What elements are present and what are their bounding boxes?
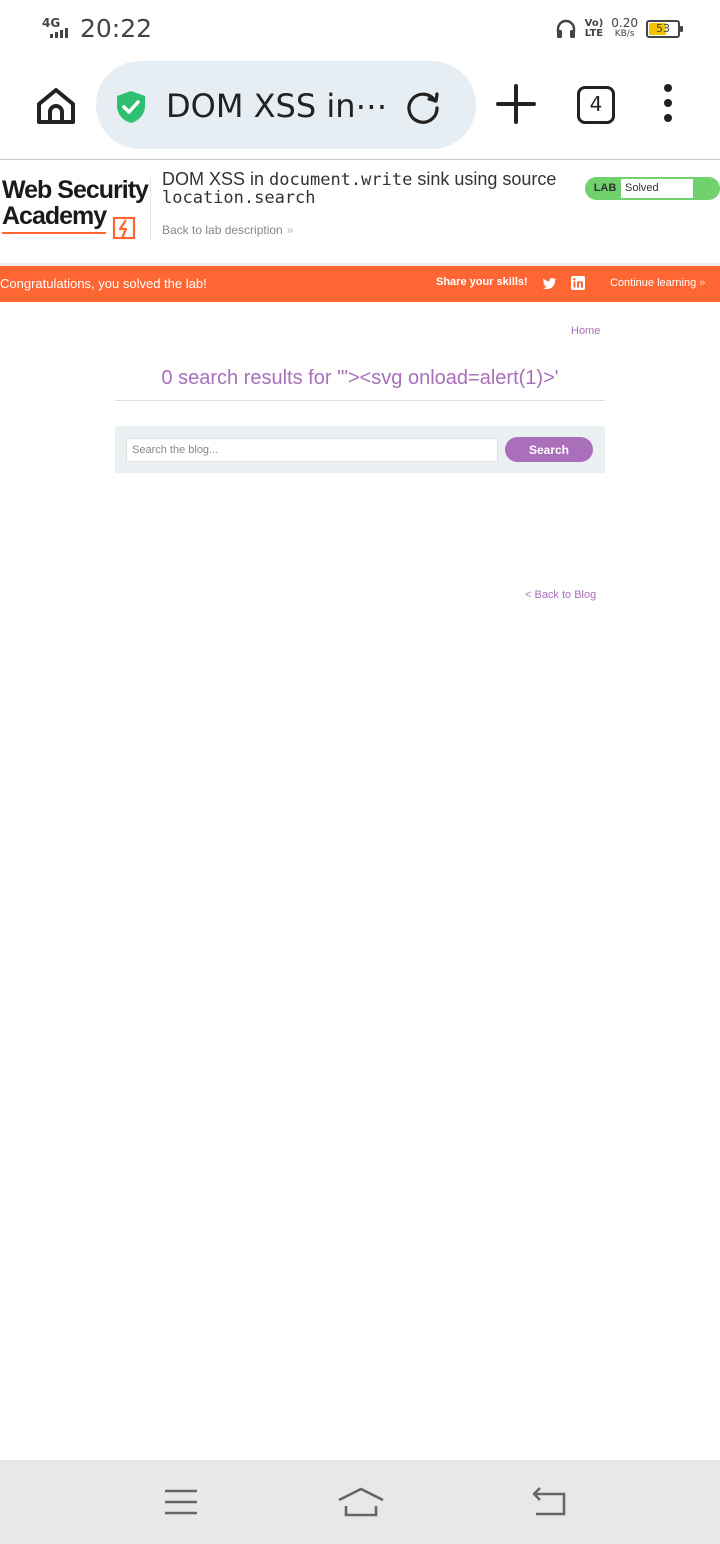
search-button[interactable]: Search — [505, 437, 593, 462]
more-menu-icon[interactable] — [660, 84, 676, 126]
url-text: DOM XSS in⋯ — [166, 87, 388, 125]
address-bar[interactable]: DOM XSS in⋯ — [96, 61, 476, 149]
secure-shield-icon — [117, 91, 145, 123]
browser-toolbar: DOM XSS in⋯ 4 — [0, 58, 720, 160]
home-icon[interactable] — [32, 82, 80, 130]
results-divider — [115, 400, 605, 401]
lab-header: Web Security Academy DOM XSS in document… — [0, 160, 720, 264]
twitter-icon[interactable] — [542, 277, 557, 291]
web-security-academy-logo[interactable]: Web Security Academy — [2, 176, 150, 240]
search-input[interactable] — [126, 438, 498, 462]
search-form: Search — [115, 426, 605, 473]
recent-apps-icon[interactable] — [164, 1489, 198, 1515]
volte-indicator: Vo) LTE — [584, 18, 604, 39]
share-label: Share your skills! — [436, 276, 528, 288]
back-to-blog-link[interactable]: < Back to Blog — [525, 589, 596, 601]
headphones-icon — [556, 19, 575, 38]
clock: 20:22 — [80, 14, 153, 43]
lab-title: DOM XSS in document.write sink using sou… — [162, 169, 557, 208]
linkedin-icon[interactable] — [571, 276, 585, 290]
congrats-message: Congratulations, you solved the lab! — [0, 276, 207, 291]
reload-icon[interactable] — [404, 87, 442, 125]
tab-switcher-button[interactable]: 4 — [577, 86, 615, 124]
back-to-lab-description-link[interactable]: Back to lab description» — [162, 223, 293, 237]
home-link[interactable]: Home — [571, 325, 600, 337]
solved-banner: Congratulations, you solved the lab! Sha… — [0, 266, 720, 302]
new-tab-icon[interactable] — [494, 82, 538, 126]
lightning-logo-icon — [112, 216, 136, 240]
cellular-signal-icon: 4G — [42, 16, 76, 40]
lab-status-badge: LAB Solved — [585, 177, 720, 200]
network-speed: 0.20 KB/s — [611, 16, 638, 39]
system-navigation-bar — [0, 1460, 720, 1544]
battery-icon: 53 — [646, 20, 683, 38]
continue-learning-link[interactable]: Continue learning» — [610, 277, 705, 289]
search-results-heading: 0 search results for '"><svg onload=aler… — [161, 367, 559, 389]
status-bar: 4G 20:22 Vo) LTE 0.20 KB/s 53 — [0, 0, 720, 58]
system-back-icon[interactable] — [530, 1486, 568, 1518]
system-home-icon[interactable] — [336, 1486, 386, 1518]
